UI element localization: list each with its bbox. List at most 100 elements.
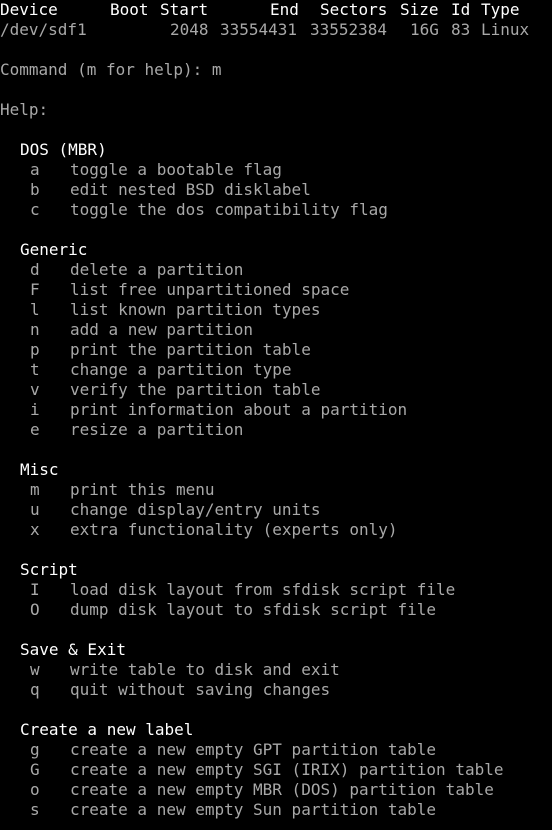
col-boot: Boot <box>110 0 149 19</box>
col-start: Start <box>160 0 209 19</box>
col-type: Type <box>481 0 520 19</box>
command-key: p <box>30 340 40 359</box>
command-description: create a new empty Sun partition table <box>70 800 437 819</box>
partition-id: 83 <box>451 20 471 39</box>
command-key: I <box>30 580 40 599</box>
partition-row: /dev/sdf1 2048 33554431 33552384 16G 83 … <box>0 20 552 40</box>
help-label-line: Help: <box>0 100 552 120</box>
help-label: Help: <box>0 100 49 119</box>
command-key: G <box>30 760 40 779</box>
command-description: create a new empty SGI (IRIX) partition … <box>70 760 504 779</box>
command-description: create a new empty GPT partition table <box>70 740 437 759</box>
command-row: x extra functionality (experts only) <box>0 520 552 540</box>
section-title: Misc <box>20 460 59 479</box>
partition-end: 33554431 <box>220 20 298 39</box>
command-key: x <box>30 520 40 539</box>
command-row: a toggle a bootable flag <box>0 160 552 180</box>
command-key: t <box>30 360 40 379</box>
command-key: O <box>30 600 40 619</box>
command-description: add a new partition <box>70 320 254 339</box>
command-key: u <box>30 500 40 519</box>
command-description: change a partition type <box>70 360 292 379</box>
command-description: change display/entry units <box>70 500 321 519</box>
command-key: s <box>30 800 40 819</box>
command-key: c <box>30 200 40 219</box>
command-row: F list free unpartitioned space <box>0 280 552 300</box>
command-description: list free unpartitioned space <box>70 280 350 299</box>
command-description: create a new empty MBR (DOS) partition t… <box>70 780 494 799</box>
command-prompt-line[interactable]: Command (m for help): m <box>0 60 552 80</box>
section-title-generic: Generic <box>0 240 552 260</box>
command-description: extra functionality (experts only) <box>70 520 398 539</box>
command-row: G create a new empty SGI (IRIX) partitio… <box>0 760 552 780</box>
command-row: O dump disk layout to sfdisk script file <box>0 600 552 620</box>
command-key: e <box>30 420 40 439</box>
command-key: v <box>30 380 40 399</box>
command-description: write table to disk and exit <box>70 660 340 679</box>
section-title-script: Script <box>0 560 552 580</box>
command-row: t change a partition type <box>0 360 552 380</box>
command-key: w <box>30 660 40 679</box>
command-row: e resize a partition <box>0 420 552 440</box>
command-row: b edit nested BSD disklabel <box>0 180 552 200</box>
partition-type: Linux <box>481 20 530 39</box>
command-description: toggle the dos compatibility flag <box>70 200 388 219</box>
command-description: dump disk layout to sfdisk script file <box>70 600 437 619</box>
command-row: u change display/entry units <box>0 500 552 520</box>
partition-start: 2048 <box>170 20 209 39</box>
command-key: m <box>30 480 40 499</box>
command-prompt: Command (m for help): m <box>0 60 222 79</box>
command-row: q quit without saving changes <box>0 680 552 700</box>
col-size: Size <box>400 0 439 19</box>
section-title-create-label: Create a new label <box>0 720 552 740</box>
command-description: load disk layout from sfdisk script file <box>70 580 456 599</box>
command-row: s create a new empty Sun partition table <box>0 800 552 820</box>
section-title: DOS (MBR) <box>20 140 107 159</box>
terminal-window[interactable]: Device Boot Start End Sectors Size Id Ty… <box>0 0 552 830</box>
section-title-misc: Misc <box>0 460 552 480</box>
command-description: delete a partition <box>70 260 244 279</box>
command-description: toggle a bootable flag <box>70 160 282 179</box>
command-description: edit nested BSD disklabel <box>70 180 311 199</box>
command-row: l list known partition types <box>0 300 552 320</box>
command-row: p print the partition table <box>0 340 552 360</box>
command-row: v verify the partition table <box>0 380 552 400</box>
command-row: n add a new partition <box>0 320 552 340</box>
section-title: Save & Exit <box>20 640 126 659</box>
col-device: Device <box>0 0 58 19</box>
command-description: resize a partition <box>70 420 244 439</box>
section-title-save-exit: Save & Exit <box>0 640 552 660</box>
command-key: d <box>30 260 40 279</box>
section-title-dos-mbr: DOS (MBR) <box>0 140 552 160</box>
command-key: F <box>30 280 40 299</box>
command-description: quit without saving changes <box>70 680 331 699</box>
command-row: i print information about a partition <box>0 400 552 420</box>
section-title: Generic <box>20 240 88 259</box>
command-key: a <box>30 160 40 179</box>
command-key: g <box>30 740 40 759</box>
command-key: i <box>30 400 40 419</box>
command-description: print this menu <box>70 480 215 499</box>
col-id: Id <box>451 0 471 19</box>
command-row: g create a new empty GPT partition table <box>0 740 552 760</box>
partition-size: 16G <box>410 20 439 39</box>
command-row: m print this menu <box>0 480 552 500</box>
command-row: c toggle the dos compatibility flag <box>0 200 552 220</box>
command-row: d delete a partition <box>0 260 552 280</box>
col-sectors: Sectors <box>320 0 388 19</box>
command-row: I load disk layout from sfdisk script fi… <box>0 580 552 600</box>
command-description: print information about a partition <box>70 400 408 419</box>
section-title: Create a new label <box>20 720 194 739</box>
command-row: w write table to disk and exit <box>0 660 552 680</box>
partition-sectors: 33552384 <box>310 20 388 39</box>
command-key: q <box>30 680 40 699</box>
partition-table-header: Device Boot Start End Sectors Size Id Ty… <box>0 0 552 20</box>
partition-device: /dev/sdf1 <box>0 20 87 39</box>
command-key: b <box>30 180 40 199</box>
command-key: o <box>30 780 40 799</box>
command-description: list known partition types <box>70 300 321 319</box>
command-description: print the partition table <box>70 340 311 359</box>
col-end: End <box>270 0 299 19</box>
command-row: o create a new empty MBR (DOS) partition… <box>0 780 552 800</box>
section-title: Script <box>20 560 78 579</box>
